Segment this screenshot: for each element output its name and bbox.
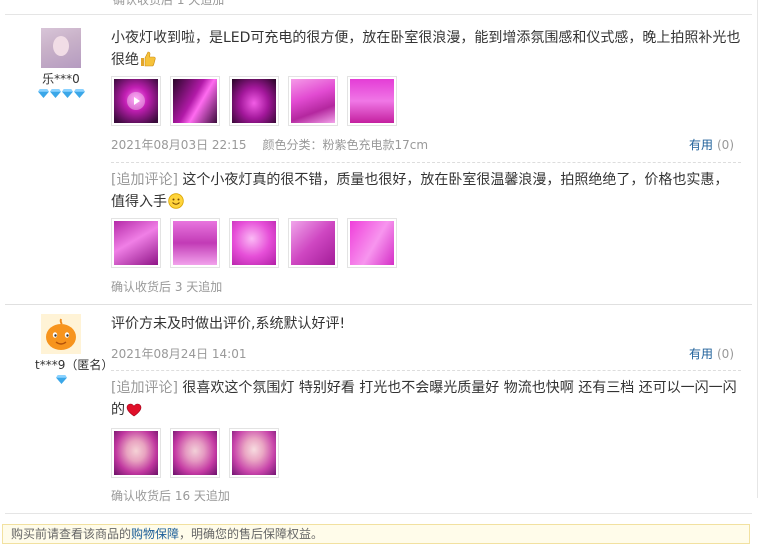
append-review-text: 这个小夜灯真的很不错，质量也很好，放在卧室很温馨浪漫，拍照绝绝了，价格也实惠，值… (111, 172, 729, 210)
review-item: 乐***0 小夜灯收到啦，是LED可充电的很方便，放在卧室很浪漫，能到增添氛围感… (5, 14, 752, 305)
notice-text: 购买前请查看该商品的 (11, 527, 132, 541)
review-photo[interactable] (229, 428, 279, 478)
useful-count: (0) (717, 138, 734, 152)
notice-text-tail: ，明确您的售后保障权益。 (179, 527, 324, 541)
append-review-tip: 确认收货后 3 天追加 (111, 280, 223, 294)
review-photo[interactable] (111, 76, 161, 126)
review-photo[interactable] (288, 218, 338, 268)
diamond-icon (49, 89, 61, 98)
append-review-photos (111, 428, 279, 478)
review-content: 小夜灯收到啦，是LED可充电的很方便，放在卧室很浪漫，能到增添氛围感和仪式感，晚… (111, 27, 741, 71)
shopping-guarantee-link[interactable]: 购物保障 (131, 527, 179, 541)
diamond-icon (55, 375, 67, 384)
useful-button[interactable]: 有用 (0) (689, 136, 734, 153)
review-photos (111, 76, 397, 126)
append-review-tip: 确认收货后 16 天追加 (111, 489, 230, 503)
append-review-tag: [追加评论] (111, 172, 178, 188)
review-date: 2021年08月24日 14:01 (111, 347, 247, 361)
review-photo[interactable] (111, 218, 161, 268)
review-date: 2021年08月03日 22:15 (111, 138, 247, 152)
review-photo[interactable] (288, 76, 338, 126)
review-content: 评价方未及时做出评价,系统默认好评! (111, 316, 346, 332)
reviewer-name: t***9（匿名） (35, 358, 114, 372)
video-play-icon (127, 92, 145, 110)
scrollbar-track (757, 0, 758, 498)
useful-label[interactable]: 有用 (689, 138, 713, 152)
review-photo[interactable] (347, 76, 397, 126)
review-photo[interactable] (170, 428, 220, 478)
review-meta: 2021年08月24日 14:01 (111, 345, 246, 362)
default-avatar-icon (46, 318, 76, 350)
useful-label[interactable]: 有用 (689, 347, 713, 361)
review-photo[interactable] (229, 218, 279, 268)
append-review-content: [追加评论] 这个小夜灯真的很不错，质量也很好，放在卧室很温馨浪漫，拍照绝绝了，… (111, 169, 741, 213)
reviewer-info: t***9（匿名） (35, 314, 114, 384)
reviewer-level-diamonds (35, 89, 87, 98)
review-meta: 2021年08月03日 22:15 颜色分类：粉紫色充电款17cm (111, 136, 428, 153)
reviewer-level-diamonds (35, 375, 87, 384)
heart-emoji-icon (126, 403, 142, 417)
avatar[interactable] (41, 28, 81, 68)
append-review-photos (111, 218, 397, 268)
append-review-text: 很喜欢这个氛围灯 特别好看 打光也不会曝光质量好 物流也快啊 还有三档 还可以一… (111, 380, 737, 418)
useful-count: (0) (717, 347, 734, 361)
divider (111, 370, 741, 371)
review-list-page: 确认收货后 1 天追加 乐***0 小夜灯收到啦，是LED可充电的很方便，放在卧… (0, 0, 766, 544)
after-sale-notice: 购买前请查看该商品的购物保障，明确您的售后保障权益。 (2, 524, 750, 544)
reviewer-name: 乐***0 (42, 72, 80, 86)
review-photo[interactable] (111, 428, 161, 478)
smile-emoji-icon (168, 193, 184, 209)
review-item: t***9（匿名） 评价方未及时做出评价,系统默认好评! 2021年08月24日… (5, 304, 752, 514)
useful-button[interactable]: 有用 (0) (689, 345, 734, 362)
review-photo[interactable] (347, 218, 397, 268)
append-review-tag: [追加评论] (111, 380, 178, 396)
review-photo[interactable] (229, 76, 279, 126)
append-review-content: [追加评论] 很喜欢这个氛围灯 特别好看 打光也不会曝光质量好 物流也快啊 还有… (111, 377, 741, 421)
divider (111, 162, 741, 163)
review-photo[interactable] (170, 218, 220, 268)
previous-append-tip: 确认收货后 1 天追加 (113, 0, 225, 7)
thumbs-up-emoji-icon (141, 51, 156, 67)
diamond-icon (61, 89, 73, 98)
review-photo[interactable] (170, 76, 220, 126)
diamond-icon (37, 89, 49, 98)
avatar[interactable] (41, 314, 81, 354)
review-text: 小夜灯收到啦，是LED可充电的很方便，放在卧室很浪漫，能到增添氛围感和仪式感，晚… (111, 30, 741, 68)
diamond-icon (73, 89, 85, 98)
reviewer-info: 乐***0 (35, 28, 87, 98)
review-sku: 颜色分类：粉紫色充电款17cm (262, 138, 429, 152)
